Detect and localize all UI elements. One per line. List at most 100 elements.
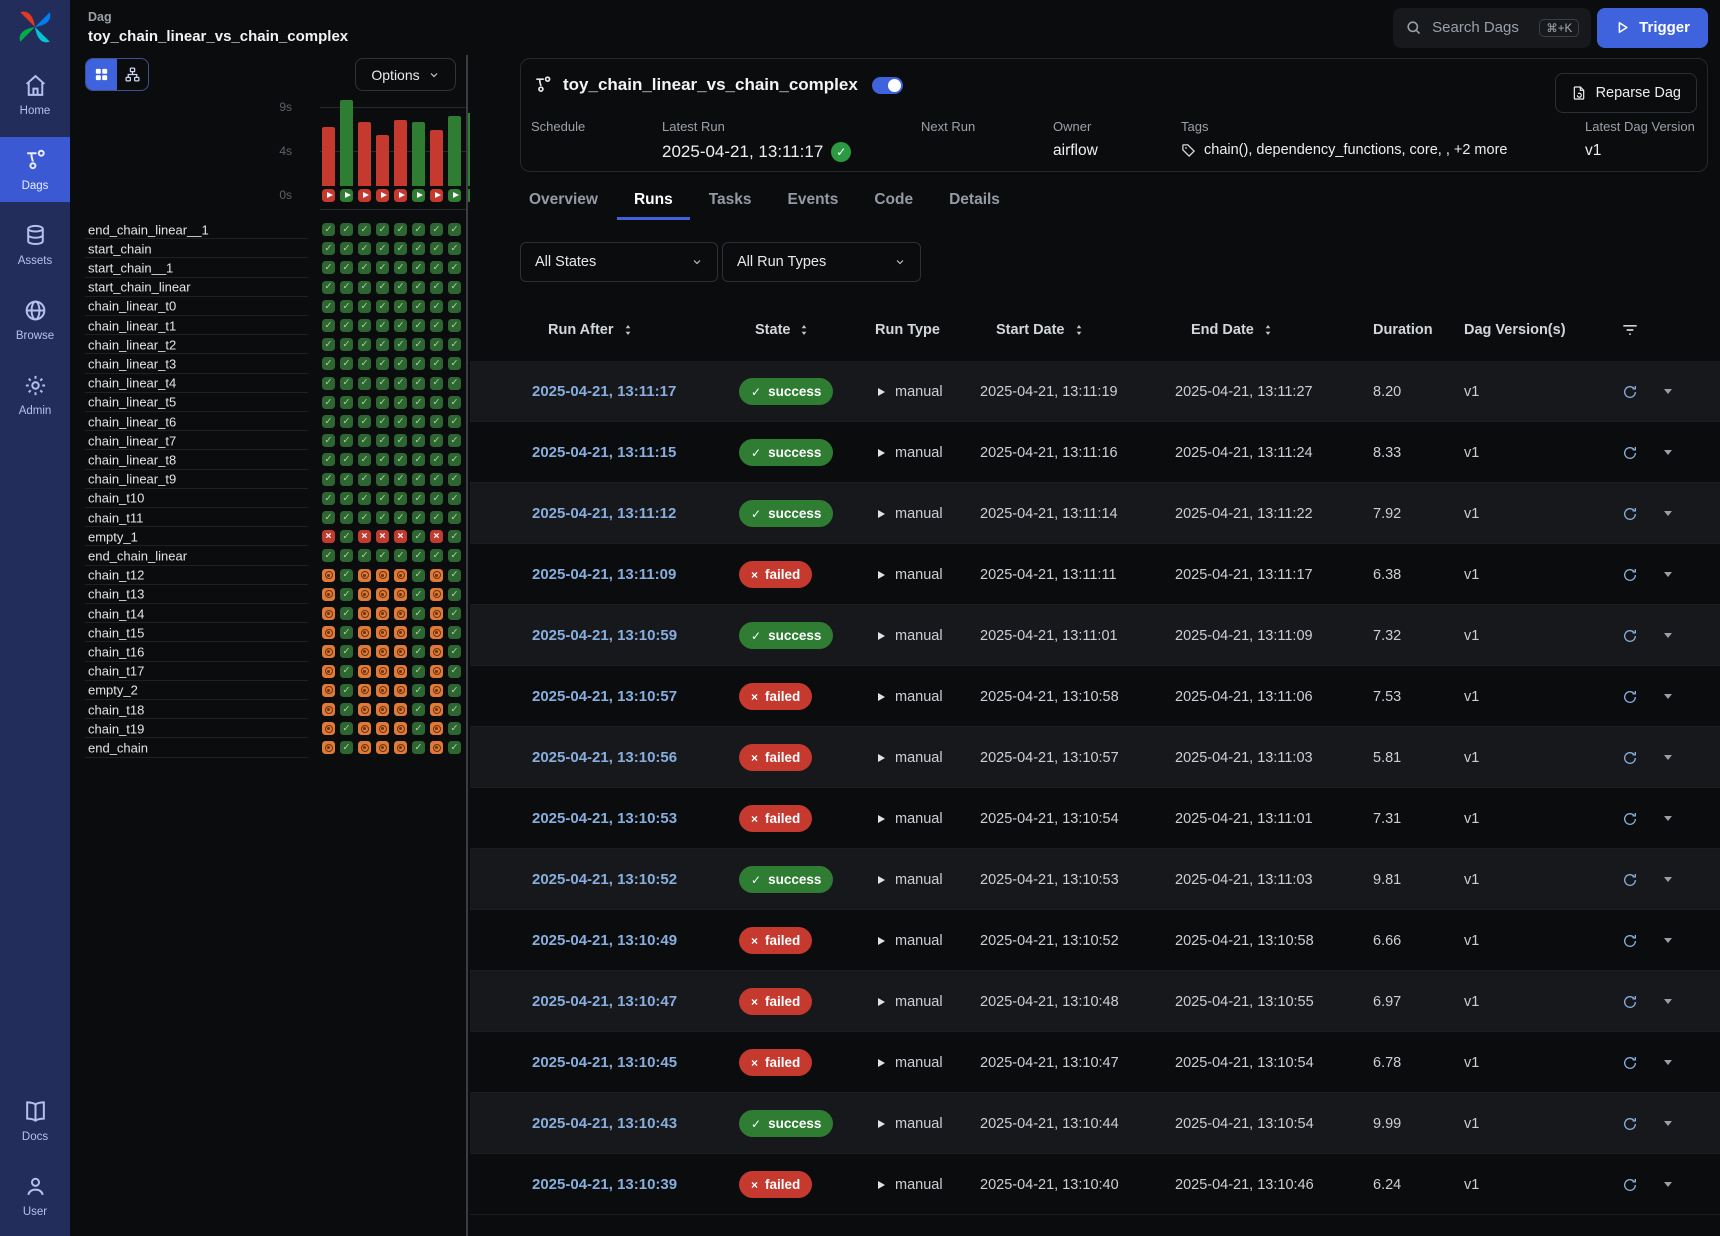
task-instance-square[interactable]: ✓ bbox=[394, 300, 407, 313]
task-instance-square[interactable] bbox=[430, 665, 443, 678]
task-instance-square[interactable]: ✓ bbox=[448, 377, 461, 390]
run-after-link[interactable]: 2025-04-21, 13:10:45 bbox=[532, 1032, 677, 1093]
task-instance-square[interactable]: ✓ bbox=[412, 415, 425, 428]
task-instance-square[interactable] bbox=[394, 741, 407, 754]
task-instance-square[interactable]: ✓ bbox=[322, 396, 335, 409]
task-instance-square[interactable]: ✓ bbox=[322, 319, 335, 332]
task-instance-square[interactable] bbox=[322, 722, 335, 735]
task-instance-square[interactable]: ✓ bbox=[358, 396, 371, 409]
task-name[interactable]: chain_t19 bbox=[88, 721, 144, 736]
task-instance-square[interactable] bbox=[430, 569, 443, 582]
task-instance-square[interactable]: ✓ bbox=[358, 492, 371, 505]
task-instance-square[interactable]: ✓ bbox=[412, 684, 425, 697]
task-instance-square[interactable]: ✓ bbox=[358, 473, 371, 486]
task-instance-square[interactable]: ✓ bbox=[394, 357, 407, 370]
task-instance-square[interactable]: ✓ bbox=[358, 549, 371, 562]
task-instance-square[interactable]: ✓ bbox=[340, 319, 353, 332]
task-instance-square[interactable]: ✓ bbox=[340, 396, 353, 409]
graph-view-button[interactable] bbox=[117, 59, 148, 90]
task-instance-square[interactable]: ✓ bbox=[322, 261, 335, 274]
task-instance-square[interactable] bbox=[430, 684, 443, 697]
task-name[interactable]: chain_t12 bbox=[88, 568, 144, 583]
task-instance-square[interactable]: ✓ bbox=[340, 453, 353, 466]
task-instance-square[interactable]: ✓ bbox=[358, 261, 371, 274]
tab-details[interactable]: Details bbox=[932, 183, 1017, 220]
task-instance-square[interactable]: ✓ bbox=[340, 741, 353, 754]
run-state-square[interactable] bbox=[340, 189, 353, 202]
task-name[interactable]: chain_t18 bbox=[88, 702, 144, 717]
task-instance-square[interactable] bbox=[358, 607, 371, 620]
task-instance-square[interactable]: ✓ bbox=[412, 511, 425, 524]
duration-bar[interactable] bbox=[358, 122, 371, 186]
tab-overview[interactable]: Overview bbox=[512, 183, 615, 220]
task-instance-square[interactable]: ✓ bbox=[358, 319, 371, 332]
sort-icon[interactable] bbox=[621, 323, 635, 337]
task-instance-square[interactable]: ✓ bbox=[376, 377, 389, 390]
task-name[interactable]: chain_linear_t2 bbox=[88, 337, 176, 352]
task-name[interactable]: chain_t16 bbox=[88, 644, 144, 659]
task-instance-square[interactable]: ✓ bbox=[430, 357, 443, 370]
task-name[interactable]: chain_t10 bbox=[88, 491, 144, 506]
task-instance-square[interactable]: ✓ bbox=[376, 281, 389, 294]
duration-bar[interactable] bbox=[394, 120, 407, 186]
task-instance-square[interactable]: ✓ bbox=[358, 300, 371, 313]
task-instance-square[interactable]: ✓ bbox=[412, 396, 425, 409]
task-instance-square[interactable]: ✓ bbox=[448, 645, 461, 658]
task-instance-square[interactable] bbox=[376, 588, 389, 601]
task-instance-square[interactable] bbox=[358, 684, 371, 697]
task-instance-square[interactable]: ✓ bbox=[412, 453, 425, 466]
task-instance-square[interactable]: ✓ bbox=[448, 607, 461, 620]
task-instance-square[interactable]: ✓ bbox=[412, 722, 425, 735]
run-after-link[interactable]: 2025-04-21, 13:10:52 bbox=[532, 849, 677, 910]
task-instance-square[interactable]: ✓ bbox=[448, 722, 461, 735]
column-header-run-after[interactable]: Run After bbox=[548, 312, 635, 348]
task-instance-square[interactable]: ✓ bbox=[448, 473, 461, 486]
task-name[interactable]: start_chain bbox=[88, 241, 152, 256]
task-instance-square[interactable]: ✓ bbox=[430, 453, 443, 466]
task-instance-square[interactable]: ✓ bbox=[448, 703, 461, 716]
task-instance-square[interactable]: ✓ bbox=[340, 242, 353, 255]
duration-bar[interactable] bbox=[376, 135, 389, 186]
task-instance-square[interactable]: ✓ bbox=[358, 223, 371, 236]
task-instance-square[interactable]: ✓ bbox=[376, 357, 389, 370]
task-instance-square[interactable]: ✓ bbox=[340, 300, 353, 313]
duration-bar[interactable] bbox=[448, 116, 461, 186]
task-instance-square[interactable]: ✓ bbox=[322, 300, 335, 313]
task-instance-square[interactable]: ✓ bbox=[448, 281, 461, 294]
task-instance-square[interactable] bbox=[358, 741, 371, 754]
task-instance-square[interactable]: ✓ bbox=[448, 492, 461, 505]
task-instance-square[interactable]: ✓ bbox=[322, 415, 335, 428]
task-instance-square[interactable] bbox=[394, 645, 407, 658]
task-instance-square[interactable] bbox=[394, 665, 407, 678]
clear-run-button[interactable] bbox=[1622, 849, 1638, 910]
task-name[interactable]: chain_linear_t7 bbox=[88, 433, 176, 448]
task-instance-square[interactable]: ✓ bbox=[340, 261, 353, 274]
task-instance-square[interactable] bbox=[358, 703, 371, 716]
clear-run-button[interactable] bbox=[1622, 666, 1638, 727]
task-instance-square[interactable] bbox=[376, 684, 389, 697]
run-after-link[interactable]: 2025-04-21, 13:10:43 bbox=[532, 1093, 677, 1154]
task-instance-square[interactable]: ✓ bbox=[448, 665, 461, 678]
task-instance-square[interactable]: ✓ bbox=[322, 473, 335, 486]
task-instance-square[interactable]: ✓ bbox=[358, 357, 371, 370]
task-instance-square[interactable]: ✓ bbox=[340, 722, 353, 735]
task-instance-square[interactable]: ✓ bbox=[376, 473, 389, 486]
task-instance-square[interactable]: ✓ bbox=[376, 453, 389, 466]
task-name[interactable]: chain_t13 bbox=[88, 587, 144, 602]
task-instance-square[interactable]: ✓ bbox=[430, 223, 443, 236]
duration-bar[interactable] bbox=[340, 100, 353, 186]
task-instance-square[interactable] bbox=[394, 588, 407, 601]
run-after-link[interactable]: 2025-04-21, 13:10:57 bbox=[532, 666, 677, 727]
task-instance-square[interactable]: ✓ bbox=[448, 511, 461, 524]
task-instance-square[interactable] bbox=[358, 665, 371, 678]
task-instance-square[interactable]: ✓ bbox=[322, 223, 335, 236]
column-header-start-date[interactable]: Start Date bbox=[996, 312, 1086, 348]
run-after-link[interactable]: 2025-04-21, 13:10:39 bbox=[532, 1154, 677, 1215]
task-instance-square[interactable]: × bbox=[322, 530, 335, 543]
row-menu-caret[interactable] bbox=[1664, 544, 1672, 605]
task-instance-square[interactable]: ✓ bbox=[340, 223, 353, 236]
tab-runs[interactable]: Runs bbox=[617, 183, 690, 220]
task-instance-square[interactable]: ✓ bbox=[340, 684, 353, 697]
sidebar-item-assets[interactable]: Assets bbox=[0, 212, 70, 277]
run-state-square[interactable] bbox=[358, 189, 371, 202]
